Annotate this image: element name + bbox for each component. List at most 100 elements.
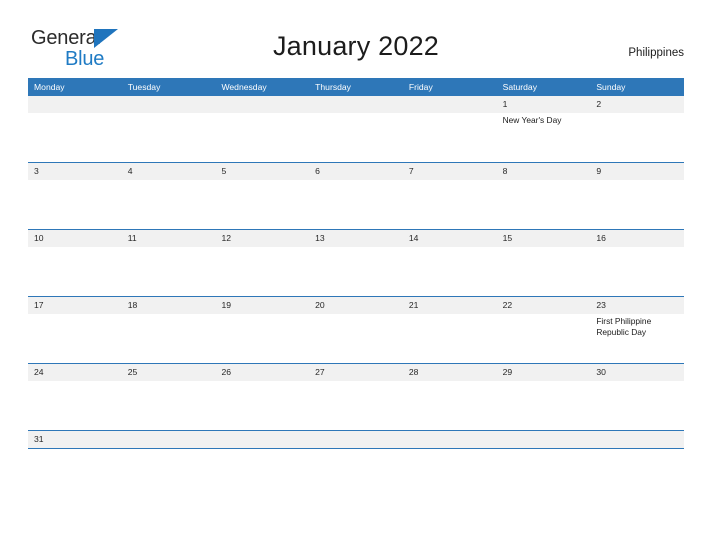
calendar-week-cells: 24 25 26 27 28 29 30	[28, 364, 684, 430]
day-events: New Year's Day	[503, 113, 591, 126]
weekday-header-thursday: Thursday	[315, 82, 351, 92]
calendar-day-cell[interactable]: 26	[215, 364, 309, 430]
day-number: 18	[127, 300, 138, 310]
day-number: 17	[34, 300, 44, 310]
calendar-week-row: 10 11 12 13 14 15 16	[28, 229, 684, 296]
day-number: 22	[502, 300, 513, 310]
calendar-week-cells: 17 18 19 20 21 22 23 First Philippine Republic …	[28, 297, 684, 363]
calendar-day-cell[interactable]: 2	[590, 96, 684, 162]
calendar-day-cell[interactable]: 20	[309, 297, 403, 363]
calendar-day-cell[interactable]: 25	[122, 364, 216, 430]
holiday-event-label: New Year's Day	[502, 115, 562, 125]
weekday-header-wednesday: Wednesday	[221, 82, 267, 92]
calendar-day-cell[interactable]: 29	[497, 364, 591, 430]
calendar-day-cell[interactable]: 6	[309, 163, 403, 229]
calendar-day-cell-empty	[590, 431, 684, 448]
calendar-day-cell[interactable]: 14	[403, 230, 497, 296]
weekday-header-tuesday: Tuesday	[127, 82, 161, 92]
day-number: 15	[502, 233, 513, 243]
calendar-day-cell[interactable]: 21	[403, 297, 497, 363]
calendar-day-cell[interactable]: 1 New Year's Day	[497, 96, 591, 162]
calendar-day-cell[interactable]: 23 First Philippine Republic Day	[590, 297, 684, 363]
day-number: 6	[315, 166, 320, 176]
day-number: 9	[596, 166, 602, 176]
day-number: 27	[315, 367, 325, 377]
calendar-day-cell[interactable]: 24	[28, 364, 122, 430]
calendar-day-cell-empty	[215, 96, 309, 162]
weekday-header-row: Monday Tuesday Wednesday Thursday Friday…	[28, 78, 684, 96]
calendar-day-cell-empty	[403, 96, 497, 162]
calendar-week-cells: 10 11 12 13 14 15 16	[28, 230, 684, 296]
calendar-day-cell[interactable]: 18	[122, 297, 216, 363]
day-events: First Philippine Republic Day	[596, 314, 684, 337]
calendar-day-cell[interactable]: 10	[28, 230, 122, 296]
calendar-day-cell-empty	[28, 96, 122, 162]
weekday-header-sunday: Sunday	[596, 82, 626, 92]
weekday-header-monday: Monday	[34, 82, 65, 92]
holiday-event-label: First Philippine Republic Day	[596, 316, 652, 337]
weekday-header-saturday: Saturday	[502, 82, 537, 92]
calendar-day-cell[interactable]: 19	[215, 297, 309, 363]
calendar-weeks: 1 New Year's Day 2 3 4 5 6 7 8 9 10 11 12 13 14 15 16 17 1…	[28, 96, 684, 449]
calendar-day-cell[interactable]: 28	[403, 364, 497, 430]
calendar-day-cell[interactable]: 11	[122, 230, 216, 296]
calendar-day-cell[interactable]: 12	[215, 230, 309, 296]
day-number: 24	[34, 367, 44, 377]
calendar-day-cell[interactable]: 7	[403, 163, 497, 229]
calendar-week-cells: 1 New Year's Day 2	[28, 96, 684, 162]
day-number: 23	[596, 300, 606, 310]
day-number: 10	[34, 233, 44, 243]
day-number: 21	[408, 300, 419, 310]
day-number: 2	[596, 99, 602, 109]
calendar-day-cell[interactable]: 3	[28, 163, 122, 229]
day-number: 3	[34, 166, 39, 176]
calendar-week-row: 31	[28, 430, 684, 449]
calendar-day-cell-empty	[497, 431, 591, 448]
page-header: General Blue January 2022 Philippines	[0, 0, 712, 78]
day-number: 1	[502, 99, 508, 109]
calendar-day-cell[interactable]: 4	[122, 163, 216, 229]
calendar-week-row: 17 18 19 20 21 22 23 First Philippine Republic …	[28, 296, 684, 363]
calendar-day-cell-empty	[309, 96, 403, 162]
weekday-header-friday: Friday	[408, 82, 433, 92]
day-number: 20	[315, 300, 325, 310]
day-number: 30	[596, 367, 606, 377]
day-number: 25	[127, 367, 138, 377]
day-number: 19	[221, 300, 231, 310]
day-number: 31	[34, 434, 44, 444]
day-number: 13	[315, 233, 325, 243]
calendar-day-cell[interactable]: 8	[497, 163, 591, 229]
calendar-day-cell[interactable]: 9	[590, 163, 684, 229]
country-label: Philippines	[628, 47, 684, 59]
calendar-week-row: 3 4 5 6 7 8 9	[28, 162, 684, 229]
day-number: 14	[408, 233, 419, 243]
calendar-day-cell[interactable]: 30	[590, 364, 684, 430]
calendar-day-cell[interactable]: 15	[497, 230, 591, 296]
day-number: 5	[221, 166, 227, 176]
calendar-day-cell[interactable]: 27	[309, 364, 403, 430]
calendar-day-cell[interactable]: 22	[497, 297, 591, 363]
calendar-day-cell-empty	[122, 96, 216, 162]
calendar-day-cell-empty	[215, 431, 309, 448]
calendar-week-row: 1 New Year's Day 2	[28, 96, 684, 162]
day-number: 28	[408, 367, 419, 377]
page-title: January 2022	[272, 31, 440, 61]
calendar-week-cells: 3 4 5 6 7 8 9	[28, 163, 684, 229]
calendar-day-cell-empty	[122, 431, 216, 448]
calendar-week-row: 24 25 26 27 28 29 30	[28, 363, 684, 430]
calendar-day-cell[interactable]: 17	[28, 297, 122, 363]
day-number: 16	[596, 233, 606, 243]
calendar-day-cell[interactable]: 31	[28, 431, 122, 448]
day-number: 7	[408, 166, 414, 176]
day-number: 8	[502, 166, 508, 176]
day-number: 12	[221, 233, 231, 243]
calendar-day-cell[interactable]: 5	[215, 163, 309, 229]
day-number: 4	[127, 166, 133, 176]
day-number: 29	[502, 367, 513, 377]
day-number: 11	[127, 233, 137, 243]
calendar-day-cell[interactable]: 13	[309, 230, 403, 296]
calendar-page: General Blue January 2022 Philippines Mo…	[0, 0, 712, 550]
calendar-day-cell[interactable]: 16	[590, 230, 684, 296]
calendar-week-cells: 31	[28, 431, 684, 448]
calendar-day-cell-empty	[403, 431, 497, 448]
